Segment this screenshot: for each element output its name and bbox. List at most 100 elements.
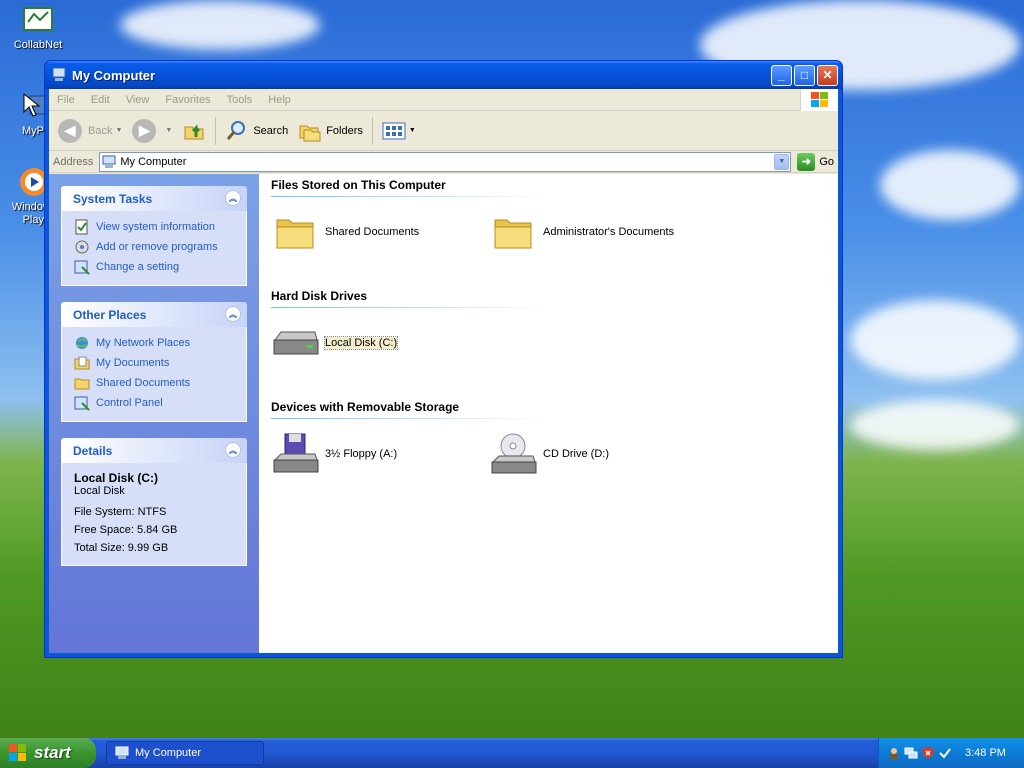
group-header: Files Stored on This Computer [271, 178, 446, 192]
views-icon [382, 122, 406, 139]
menu-help[interactable]: Help [260, 94, 299, 106]
back-label: Back [88, 124, 113, 137]
system-info-icon [75, 219, 88, 235]
menu-file[interactable]: File [49, 94, 83, 106]
folder-icon [74, 378, 90, 390]
address-label: Address [53, 155, 94, 168]
cloud [120, 0, 320, 50]
menu-view[interactable]: View [118, 94, 158, 106]
chevron-down-icon: ▼ [115, 127, 123, 134]
taskbar-button-my-computer[interactable]: My Computer [106, 741, 264, 765]
system-tasks-header[interactable]: System Tasks ︽ [61, 186, 247, 211]
control-panel-icon [74, 396, 90, 411]
folder-icon [489, 208, 537, 256]
folders-label: Folders [326, 124, 363, 137]
link-label: My Network Places [96, 337, 191, 349]
address-bar: Address My Computer ▼ ➜ Go [49, 151, 838, 173]
control-panel-icon [74, 260, 90, 275]
cd-drive-icon [489, 430, 537, 478]
collapse-chevron-icon[interactable]: ︽ [225, 190, 241, 206]
floppy-drive-icon [271, 430, 319, 478]
menu-favorites[interactable]: Favorites [157, 94, 218, 106]
maximize-icon: □ [800, 68, 809, 82]
up-button[interactable] [177, 115, 211, 147]
start-label: start [34, 743, 71, 762]
close-button[interactable]: ✕ [817, 64, 838, 86]
task-pane: System Tasks ︽ View system information A… [49, 174, 259, 653]
item-local-disk-c[interactable]: Local Disk (C:) [271, 318, 489, 368]
link-change-setting[interactable]: Change a setting [74, 257, 234, 277]
link-label: Control Panel [96, 397, 163, 409]
link-view-system-information[interactable]: View system information [74, 217, 234, 237]
link-shared-documents[interactable]: Shared Documents [74, 373, 234, 393]
user-icon[interactable] [887, 746, 901, 760]
system-tray: 3:48 PM [878, 738, 1024, 768]
add-remove-programs-icon [75, 240, 89, 254]
folder-icon [271, 208, 319, 256]
search-button[interactable]: Search [220, 115, 293, 147]
hard-disk-icon [271, 319, 319, 367]
my-documents-icon [74, 356, 90, 370]
group-header: Devices with Removable Storage [271, 400, 460, 414]
details-header[interactable]: Details ︽ [61, 438, 247, 463]
link-add-remove-programs[interactable]: Add or remove programs [74, 237, 234, 257]
panel-title: Details [73, 443, 113, 458]
search-icon [227, 120, 246, 140]
other-places-header[interactable]: Other Places ︽ [61, 302, 247, 327]
views-button[interactable]: ▼ [377, 115, 421, 147]
network-places-icon [76, 337, 88, 349]
collapse-chevron-icon[interactable]: ︽ [225, 306, 241, 322]
windows-logo-icon [800, 89, 838, 111]
item-cd-drive-d[interactable]: CD Drive (D:) [489, 429, 707, 479]
windows-flag-icon [9, 744, 26, 761]
clock[interactable]: 3:48 PM [965, 747, 1006, 759]
link-control-panel[interactable]: Control Panel [74, 393, 234, 413]
link-label: Shared Documents [96, 377, 191, 389]
item-label: CD Drive (D:) [543, 448, 609, 460]
toolbar-separator [371, 116, 373, 145]
item-administrators-documents[interactable]: Administrator's Documents [489, 207, 707, 257]
minimize-button[interactable]: _ [771, 64, 792, 86]
update-icon[interactable] [938, 746, 952, 760]
panel-title: System Tasks [73, 191, 153, 206]
toolbar: ◀ Back ▼ ▶ ▼ Search Folders ▼ [49, 111, 838, 151]
security-shield-icon[interactable] [921, 746, 935, 760]
group-divider [271, 307, 551, 308]
system-tasks-panel: System Tasks ︽ View system information A… [61, 186, 247, 286]
title-bar[interactable]: My Computer _ □ ✕ [45, 61, 842, 89]
minimize-icon: _ [778, 68, 785, 82]
search-label: Search [253, 124, 289, 137]
chevron-down-icon: ▼ [165, 127, 173, 134]
link-my-documents[interactable]: My Documents [74, 353, 234, 373]
chevron-down-icon: ▼ [778, 158, 786, 165]
group-header: Hard Disk Drives [271, 289, 368, 303]
menu-tools[interactable]: Tools [219, 94, 261, 106]
my-computer-icon [52, 67, 66, 81]
menu-bar: File Edit View Favorites Tools Help [49, 89, 838, 111]
collabnet-icon [22, 4, 54, 36]
details-type: Local Disk [74, 485, 125, 497]
group-divider [271, 196, 551, 197]
address-input[interactable]: My Computer ▼ [99, 151, 792, 172]
item-shared-documents[interactable]: Shared Documents [271, 207, 489, 257]
back-button[interactable]: ◀ Back ▼ [53, 115, 127, 147]
maximize-button[interactable]: □ [794, 64, 815, 86]
details-total-size: Total Size: 9.99 GB [74, 542, 169, 554]
menu-edit[interactable]: Edit [83, 94, 118, 106]
go-button[interactable]: ➜ Go [797, 152, 834, 171]
taskbar-button-label: My Computer [135, 747, 202, 759]
link-my-network-places[interactable]: My Network Places [74, 333, 234, 353]
item-floppy-a[interactable]: 3½ Floppy (A:) [271, 429, 489, 479]
collapse-chevron-icon[interactable]: ︽ [225, 442, 241, 458]
start-button[interactable]: start [0, 738, 96, 768]
network-icon[interactable] [904, 746, 918, 760]
chevron-down-icon: ▼ [408, 127, 416, 134]
forward-button[interactable]: ▶ ▼ [127, 115, 177, 147]
toolbar-separator [215, 116, 217, 145]
desktop-icon-collabnet[interactable]: CollabNet [0, 4, 76, 51]
folders-button[interactable]: Folders [293, 115, 368, 147]
address-dropdown-button[interactable]: ▼ [774, 153, 790, 170]
my-computer-icon [102, 155, 116, 168]
folder-up-icon [184, 123, 204, 139]
link-label: Change a setting [96, 261, 180, 273]
